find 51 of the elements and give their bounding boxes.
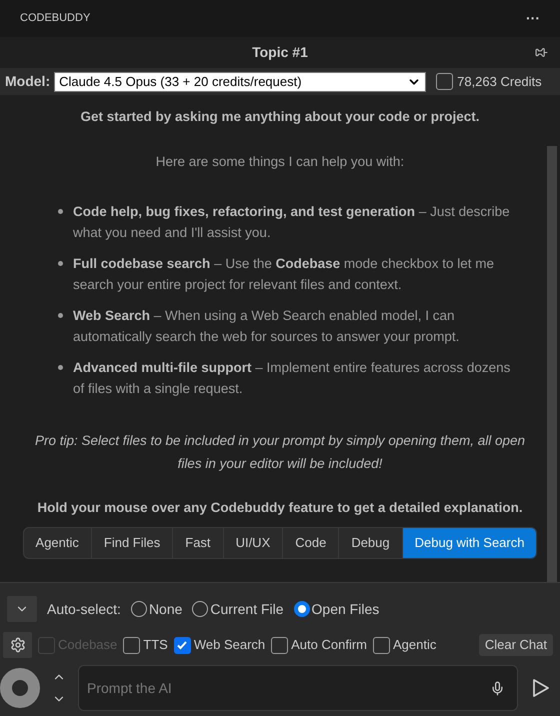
microphone-icon[interactable]	[490, 680, 505, 696]
checkbox[interactable]	[436, 73, 454, 90]
radio-button[interactable]	[294, 601, 310, 617]
feature-text: Code help, bug fixes, refactoring, and test generation – Just describe what you need and I'll assist you.	[73, 202, 511, 242]
feature-text: Full codebase search – Use the Codebase mode checkbox to let me search your entire project for relevant files and context.	[73, 254, 495, 294]
mode-tab[interactable]: UI/UX	[224, 528, 284, 558]
intro-text: Get started by asking me anything about your code or project.	[80, 108, 480, 126]
panel-title: CODEBUDDY	[20, 11, 90, 26]
checkbox[interactable]	[373, 636, 390, 654]
bullet-icon	[58, 208, 63, 214]
hover-hint: Hold your mouse over any Codebuddy feature to get a detailed explanation.	[37, 498, 523, 517]
pro-tip-text: Pro tip: Select files to be included in your prompt by simply opening them, all open files in your editor will be included!	[34, 432, 526, 473]
radio-label: Open Files	[312, 600, 380, 619]
settings-button[interactable]	[3, 632, 32, 658]
option-label: Auto Confirm	[291, 636, 368, 654]
radio-label: Current File	[210, 600, 284, 618]
bullet-icon	[58, 260, 63, 266]
prompt-field[interactable]: Prompt the AI	[87, 678, 490, 698]
option-label: Agentic	[393, 636, 436, 654]
checkbox[interactable]	[271, 636, 288, 654]
radio-button[interactable]	[130, 601, 147, 617]
option-label: Web Search	[194, 636, 266, 654]
option-label: TTS	[143, 636, 168, 654]
checkbox[interactable]	[174, 636, 191, 654]
scrollbar[interactable]	[547, 146, 557, 582]
credits-label: 78,263 Credits	[457, 72, 542, 91]
radio-label: None	[148, 600, 182, 618]
pin-icon[interactable]	[535, 46, 548, 59]
model-label: Model:	[5, 72, 50, 91]
mode-tab[interactable]: Code	[283, 528, 340, 558]
radio-button[interactable]	[192, 601, 208, 617]
mode-tab[interactable]: Debug with Search	[402, 528, 536, 558]
more-actions-button[interactable]: ···	[526, 8, 540, 29]
clear-chat-button[interactable]: Clear Chat	[478, 634, 553, 656]
checkmark-icon	[176, 639, 188, 651]
topic-title: Topic #1	[252, 43, 308, 62]
mode-tab[interactable]: Fast	[173, 528, 224, 558]
bullet-icon	[58, 312, 63, 318]
help-heading: Here are some things I can help you with:	[156, 153, 404, 172]
feature-text: Web Search – When using a Web Search enabled model, I can automatically search the web for sources to answer your prompt.	[73, 306, 460, 346]
record-icon[interactable]	[0, 668, 40, 708]
mode-tab[interactable]: Agentic	[24, 528, 92, 558]
mode-tab[interactable]: Find Files	[92, 528, 174, 558]
bullet-icon	[58, 364, 63, 370]
model-select[interactable]: Claude 4.5 Opus (33 + 20 credits/request)	[54, 72, 426, 92]
gear-icon	[10, 637, 26, 653]
auto-select-label: Auto-select:	[47, 600, 121, 618]
send-icon[interactable]	[532, 678, 550, 698]
feature-text: Advanced multi-file support – Implement entire features across dozens of files with a single request.	[73, 358, 512, 398]
checkbox[interactable]	[123, 636, 140, 654]
prompt-box[interactable]: Prompt the AI	[78, 665, 518, 711]
